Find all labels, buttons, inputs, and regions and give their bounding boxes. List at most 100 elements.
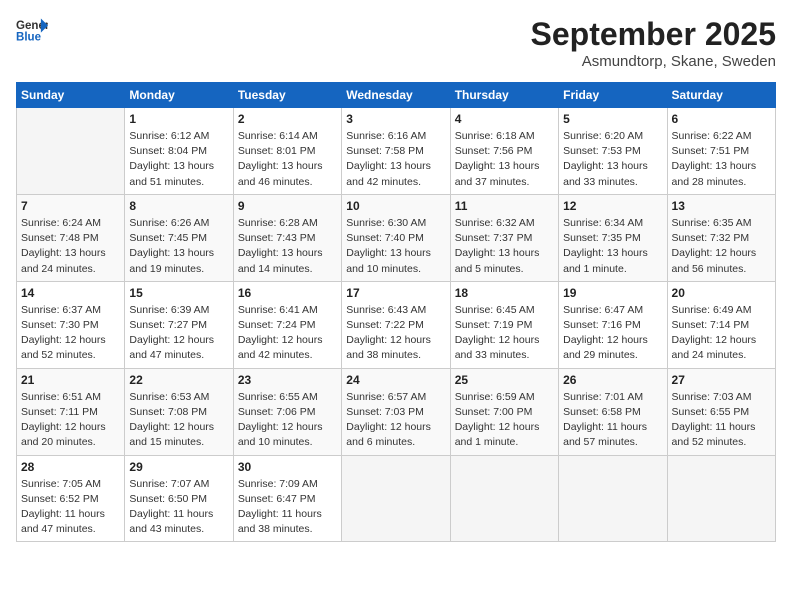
day-info: Sunrise: 7:03 AMSunset: 6:55 PMDaylight:… (672, 390, 771, 451)
day-number: 5 (563, 112, 662, 126)
calendar-cell: 26 Sunrise: 7:01 AMSunset: 6:58 PMDayligh… (559, 368, 667, 455)
day-info: Sunrise: 6:32 AMSunset: 7:37 PMDaylight:… (455, 216, 554, 277)
calendar-table: SundayMondayTuesdayWednesdayThursdayFrid… (16, 82, 776, 542)
calendar-cell: 7 Sunrise: 6:24 AMSunset: 7:48 PMDaylight… (17, 194, 125, 281)
calendar-cell (17, 108, 125, 195)
day-number: 20 (672, 286, 771, 300)
day-info: Sunrise: 6:51 AMSunset: 7:11 PMDaylight:… (21, 390, 120, 451)
calendar-cell: 9Sunrise: 6:28 AMSunset: 7:43 PMDaylight… (233, 194, 341, 281)
day-info: Sunrise: 6:16 AMSunset: 7:58 PMDaylight:… (346, 129, 445, 190)
day-info: Sunrise: 6:59 AMSunset: 7:00 PMDaylight:… (455, 390, 554, 451)
day-info: Sunrise: 6:20 AMSunset: 7:53 PMDaylight:… (563, 129, 662, 190)
day-number: 27 (672, 373, 771, 387)
day-info: Sunrise: 6:49 AMSunset: 7:14 PMDaylight:… (672, 303, 771, 364)
calendar-cell: 17 Sunrise: 6:43 AMSunset: 7:22 PMDayligh… (342, 281, 450, 368)
day-number: 30 (238, 460, 337, 474)
weekday-header: Monday (125, 83, 233, 108)
day-number: 26 (563, 373, 662, 387)
day-number: 22 (129, 373, 228, 387)
day-info: Sunrise: 6:34 AMSunset: 7:35 PMDaylight:… (563, 216, 662, 277)
calendar-cell: 23 Sunrise: 6:55 AMSunset: 7:06 PMDayligh… (233, 368, 341, 455)
calendar-cell: 5 Sunrise: 6:20 AMSunset: 7:53 PMDaylight… (559, 108, 667, 195)
calendar-cell (342, 455, 450, 542)
svg-text:Blue: Blue (16, 32, 42, 44)
calendar-cell: 11 Sunrise: 6:32 AMSunset: 7:37 PMDayligh… (450, 194, 558, 281)
day-number: 1 (129, 112, 228, 126)
calendar-week-row: 14 Sunrise: 6:37 AMSunset: 7:30 PMDayligh… (17, 281, 776, 368)
logo: General Blue (16, 16, 48, 44)
calendar-cell: 30 Sunrise: 7:09 AMSunset: 6:47 PMDayligh… (233, 455, 341, 542)
calendar-week-row: 1 Sunrise: 6:12 AMSunset: 8:04 PMDaylight… (17, 108, 776, 195)
day-info: Sunrise: 6:45 AMSunset: 7:19 PMDaylight:… (455, 303, 554, 364)
logo-icon: General Blue (16, 16, 48, 44)
day-info: Sunrise: 7:01 AMSunset: 6:58 PMDaylight:… (563, 390, 662, 451)
day-number: 28 (21, 460, 120, 474)
weekday-header-row: SundayMondayTuesdayWednesdayThursdayFrid… (17, 83, 776, 108)
calendar-cell: 18 Sunrise: 6:45 AMSunset: 7:19 PMDayligh… (450, 281, 558, 368)
day-info: Sunrise: 6:22 AMSunset: 7:51 PMDaylight:… (672, 129, 771, 190)
calendar-cell: 24Sunrise: 6:57 AMSunset: 7:03 PMDayligh… (342, 368, 450, 455)
month-title: September 2025 (531, 16, 776, 53)
calendar-cell: 29 Sunrise: 7:07 AMSunset: 6:50 PMDayligh… (125, 455, 233, 542)
calendar-week-row: 21Sunrise: 6:51 AMSunset: 7:11 PMDayligh… (17, 368, 776, 455)
day-number: 7 (21, 199, 120, 213)
calendar-cell: 28 Sunrise: 7:05 AMSunset: 6:52 PMDayligh… (17, 455, 125, 542)
day-info: Sunrise: 6:24 AMSunset: 7:48 PMDaylight:… (21, 216, 120, 277)
day-number: 25 (455, 373, 554, 387)
day-number: 14 (21, 286, 120, 300)
day-info: Sunrise: 6:30 AMSunset: 7:40 PMDaylight:… (346, 216, 445, 277)
day-number: 9 (238, 199, 337, 213)
calendar-cell: 14 Sunrise: 6:37 AMSunset: 7:30 PMDayligh… (17, 281, 125, 368)
day-number: 29 (129, 460, 228, 474)
day-number: 19 (563, 286, 662, 300)
day-number: 24 (346, 373, 445, 387)
calendar-cell: 16Sunrise: 6:41 AMSunset: 7:24 PMDayligh… (233, 281, 341, 368)
calendar-week-row: 28 Sunrise: 7:05 AMSunset: 6:52 PMDayligh… (17, 455, 776, 542)
day-info: Sunrise: 7:09 AMSunset: 6:47 PMDaylight:… (238, 477, 337, 538)
calendar-cell: 1 Sunrise: 6:12 AMSunset: 8:04 PMDaylight… (125, 108, 233, 195)
day-info: Sunrise: 6:37 AMSunset: 7:30 PMDaylight:… (21, 303, 120, 364)
calendar-cell (667, 455, 775, 542)
title-block: September 2025 Asmundtorp, Skane, Sweden (531, 16, 776, 70)
day-number: 17 (346, 286, 445, 300)
day-info: Sunrise: 6:53 AMSunset: 7:08 PMDaylight:… (129, 390, 228, 451)
calendar-week-row: 7 Sunrise: 6:24 AMSunset: 7:48 PMDaylight… (17, 194, 776, 281)
weekday-header: Tuesday (233, 83, 341, 108)
day-info: Sunrise: 6:18 AMSunset: 7:56 PMDaylight:… (455, 129, 554, 190)
calendar-cell: 21Sunrise: 6:51 AMSunset: 7:11 PMDayligh… (17, 368, 125, 455)
page-header: General Blue September 2025 Asmundtorp, … (16, 16, 776, 70)
weekday-header: Wednesday (342, 83, 450, 108)
day-number: 13 (672, 199, 771, 213)
day-info: Sunrise: 6:43 AMSunset: 7:22 PMDaylight:… (346, 303, 445, 364)
day-number: 23 (238, 373, 337, 387)
day-number: 11 (455, 199, 554, 213)
calendar-cell: 4 Sunrise: 6:18 AMSunset: 7:56 PMDaylight… (450, 108, 558, 195)
day-info: Sunrise: 6:55 AMSunset: 7:06 PMDaylight:… (238, 390, 337, 451)
day-info: Sunrise: 7:07 AMSunset: 6:50 PMDaylight:… (129, 477, 228, 538)
day-number: 8 (129, 199, 228, 213)
calendar-cell: 22 Sunrise: 6:53 AMSunset: 7:08 PMDayligh… (125, 368, 233, 455)
day-info: Sunrise: 6:12 AMSunset: 8:04 PMDaylight:… (129, 129, 228, 190)
day-number: 6 (672, 112, 771, 126)
day-number: 15 (129, 286, 228, 300)
calendar-cell: 19 Sunrise: 6:47 AMSunset: 7:16 PMDayligh… (559, 281, 667, 368)
day-info: Sunrise: 7:05 AMSunset: 6:52 PMDaylight:… (21, 477, 120, 538)
location: Asmundtorp, Skane, Sweden (531, 53, 776, 70)
day-number: 3 (346, 112, 445, 126)
weekday-header: Thursday (450, 83, 558, 108)
day-info: Sunrise: 6:35 AMSunset: 7:32 PMDaylight:… (672, 216, 771, 277)
calendar-cell: 27 Sunrise: 7:03 AMSunset: 6:55 PMDayligh… (667, 368, 775, 455)
calendar-cell: 3 Sunrise: 6:16 AMSunset: 7:58 PMDaylight… (342, 108, 450, 195)
calendar-cell (450, 455, 558, 542)
calendar-cell: 8 Sunrise: 6:26 AMSunset: 7:45 PMDaylight… (125, 194, 233, 281)
calendar-cell: 15Sunrise: 6:39 AMSunset: 7:27 PMDayligh… (125, 281, 233, 368)
day-number: 2 (238, 112, 337, 126)
day-number: 16 (238, 286, 337, 300)
day-number: 12 (563, 199, 662, 213)
day-info: Sunrise: 6:26 AMSunset: 7:45 PMDaylight:… (129, 216, 228, 277)
day-number: 4 (455, 112, 554, 126)
calendar-cell: 13 Sunrise: 6:35 AMSunset: 7:32 PMDayligh… (667, 194, 775, 281)
weekday-header: Friday (559, 83, 667, 108)
day-number: 18 (455, 286, 554, 300)
day-info: Sunrise: 6:47 AMSunset: 7:16 PMDaylight:… (563, 303, 662, 364)
